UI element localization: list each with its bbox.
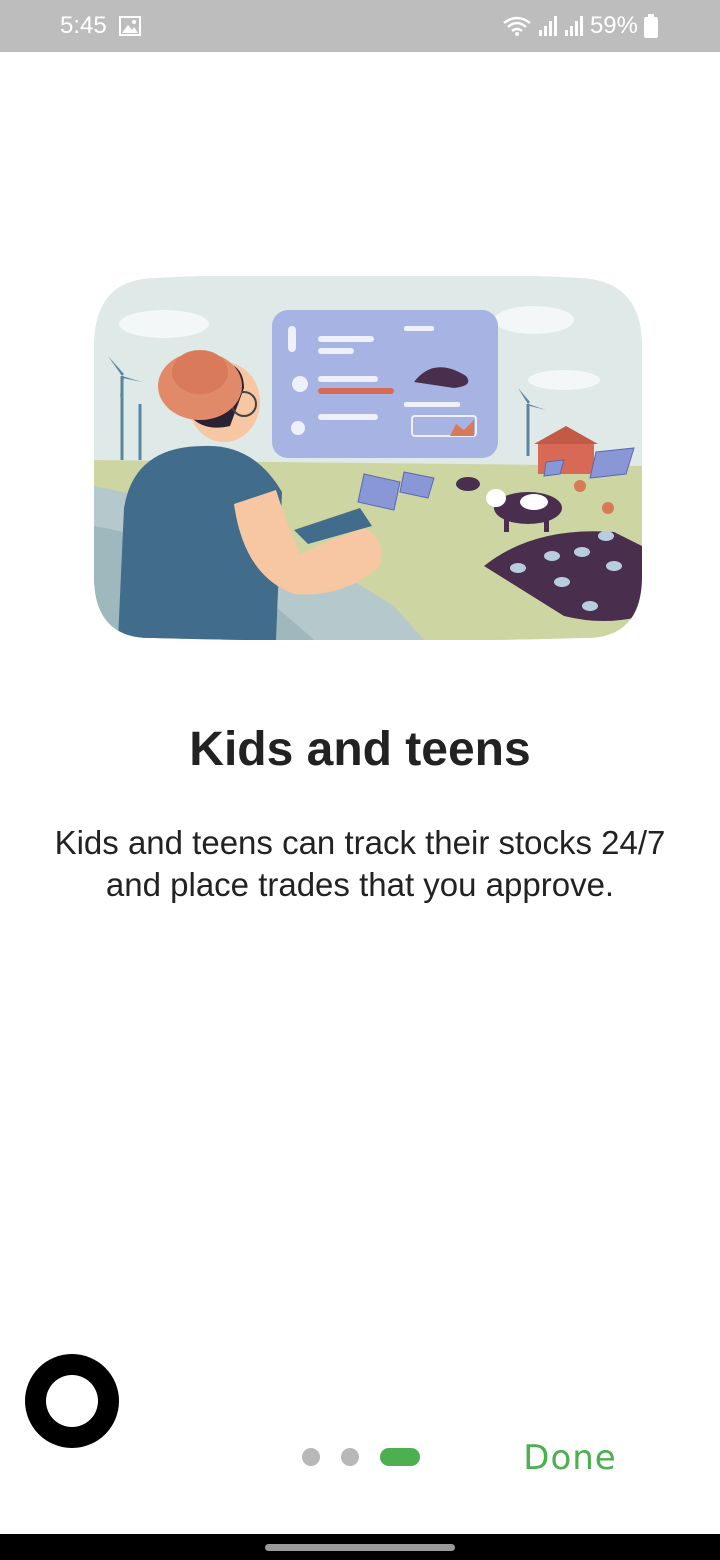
page-dot-3-active[interactable] [380, 1448, 420, 1466]
status-right: 59% [502, 12, 658, 40]
signal-icon [538, 15, 558, 37]
battery-icon [644, 14, 658, 38]
status-left: 5:45 [60, 12, 141, 40]
status-time: 5:45 [60, 12, 107, 39]
page-title: Kids and teens [189, 723, 531, 776]
page-description: Kids and teens can track their stocks 24… [54, 824, 666, 903]
navigation-bar [0, 1534, 720, 1560]
page-indicator [302, 1448, 420, 1466]
assistive-touch-button[interactable] [25, 1354, 119, 1448]
assistive-touch-inner [46, 1375, 98, 1427]
battery-percent: 59% [589, 12, 638, 39]
status-bar: 5:45 59% [0, 0, 720, 52]
page-dot-2[interactable] [341, 1448, 359, 1466]
home-gesture-handle[interactable] [265, 1544, 455, 1551]
signal-icon [564, 15, 584, 37]
wifi-icon [502, 15, 532, 37]
done-button[interactable]: Done [510, 1436, 630, 1480]
smart-farm-illustration [94, 276, 642, 640]
image-icon [118, 16, 141, 36]
page-dot-1[interactable] [302, 1448, 320, 1466]
